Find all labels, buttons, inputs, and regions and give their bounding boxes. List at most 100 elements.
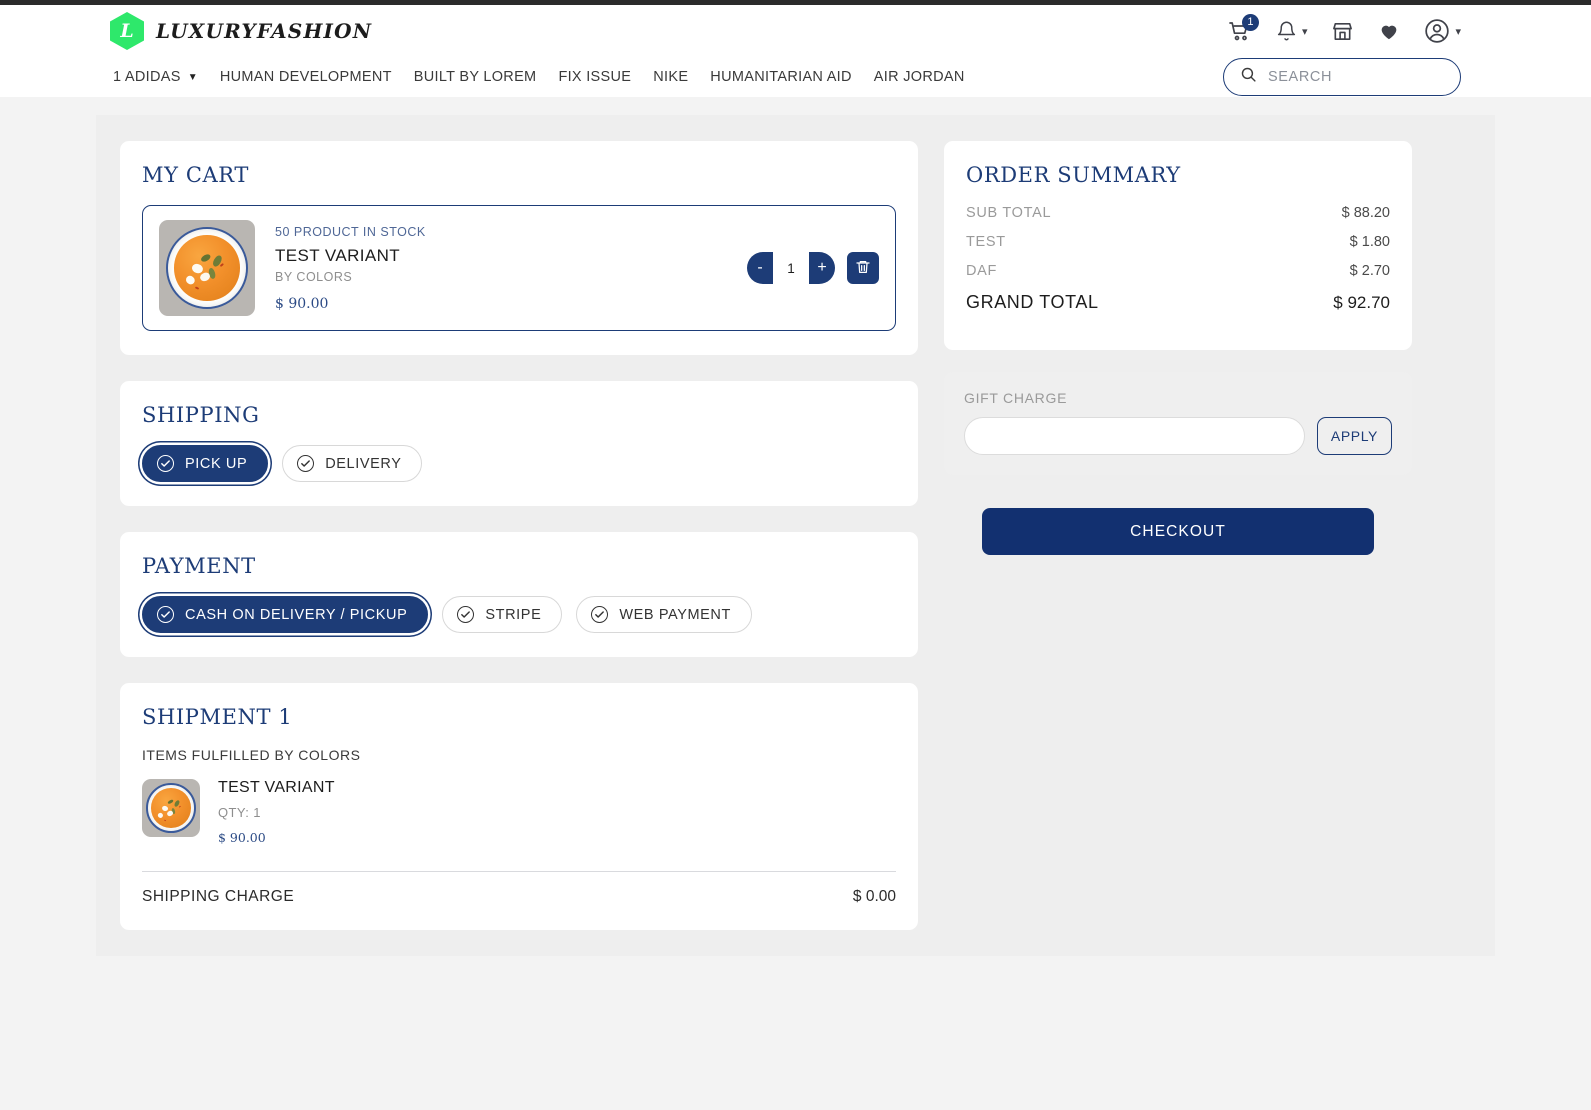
payment-option-label: WEB PAYMENT <box>619 607 731 623</box>
nav-label: 1 ADIDAS <box>113 69 181 85</box>
summary-row-grand-total: GRAND TOTAL $ 92.70 <box>966 292 1390 313</box>
shipping-option-pick-up[interactable]: PICK UP <box>142 445 268 482</box>
grand-total-label: GRAND TOTAL <box>966 292 1099 313</box>
shipment-item-row: TEST VARIANT QTY: 1 $ 90.00 <box>142 779 896 845</box>
payment-option-cash-on-delivery[interactable]: CASH ON DELIVERY / PICKUP <box>142 596 428 633</box>
payment-option-label: CASH ON DELIVERY / PICKUP <box>185 607 407 623</box>
my-cart-card: MY CART 50 PRODUCT IN STOCK TEST VARIANT… <box>120 141 918 355</box>
shipping-title: SHIPPING <box>142 403 896 427</box>
summary-row-sub-total: SUB TOTAL $ 88.20 <box>966 205 1390 221</box>
shipment-product-name: TEST VARIANT <box>218 779 335 797</box>
site-header: L LUXURYFASHION 1 ▾ <box>0 5 1591 97</box>
summary-value: $ 2.70 <box>1350 263 1390 279</box>
checkout-container: MY CART 50 PRODUCT IN STOCK TEST VARIANT… <box>96 115 1495 956</box>
cart-badge-count: 1 <box>1242 14 1259 31</box>
payment-option-web-payment[interactable]: WEB PAYMENT <box>576 596 752 633</box>
brand-logo[interactable]: L LUXURYFASHION <box>110 12 372 50</box>
my-cart-title: MY CART <box>142 163 896 187</box>
gift-charge-row: APPLY <box>964 417 1392 455</box>
apply-gift-button[interactable]: APPLY <box>1317 417 1392 455</box>
remove-item-button[interactable] <box>847 252 879 284</box>
quantity-stepper[interactable]: - 1 + <box>747 252 835 284</box>
summary-label: DAF <box>966 263 997 279</box>
chevron-down-icon: ▾ <box>1302 25 1308 38</box>
payment-option-label: STRIPE <box>485 607 541 623</box>
shipment-item-info: TEST VARIANT QTY: 1 $ 90.00 <box>218 779 335 845</box>
quantity-increase-button[interactable]: + <box>809 252 835 284</box>
nav-item-adidas[interactable]: 1 ADIDAS ▼ <box>113 69 198 85</box>
shipment-fulfilled-by: ITEMS FULFILLED BY COLORS <box>142 747 896 763</box>
product-thumbnail <box>159 220 255 316</box>
order-summary-card: ORDER SUMMARY SUB TOTAL $ 88.20 TEST $ 1… <box>944 141 1412 350</box>
shipping-option-label: DELIVERY <box>325 456 401 472</box>
account-avatar-icon[interactable]: ▾ <box>1424 18 1461 44</box>
search-icon <box>1240 66 1257 88</box>
header-icon-group: 1 ▾ <box>1228 18 1461 44</box>
nav-item-human-development[interactable]: HUMAN DEVELOPMENT <box>220 69 392 85</box>
payment-title: PAYMENT <box>142 554 896 578</box>
check-circle-icon <box>297 455 314 472</box>
checkout-button[interactable]: CHECKOUT <box>982 508 1374 555</box>
shipment-product-qty: QTY: 1 <box>218 805 335 820</box>
product-price: $ 90.00 <box>275 296 727 312</box>
cart-item-actions: - 1 + <box>747 252 879 284</box>
nav-item-humanitarian-aid[interactable]: HUMANITARIAN AID <box>710 69 852 85</box>
shipping-charge-value: $ 0.00 <box>853 888 896 906</box>
check-circle-icon <box>591 606 608 623</box>
cart-icon[interactable]: 1 <box>1228 19 1252 43</box>
notifications-bell-icon[interactable]: ▾ <box>1276 20 1308 42</box>
product-vendor: BY COLORS <box>275 270 727 284</box>
payment-options: CASH ON DELIVERY / PICKUP STRIPE WEB PAY… <box>142 596 896 633</box>
store-icon[interactable] <box>1331 20 1354 43</box>
right-column: ORDER SUMMARY SUB TOTAL $ 88.20 TEST $ 1… <box>944 141 1412 555</box>
search-box[interactable] <box>1223 58 1461 96</box>
nav-item-air-jordan[interactable]: AIR JORDAN <box>874 69 965 85</box>
quantity-decrease-button[interactable]: - <box>747 252 773 284</box>
trash-icon <box>855 259 871 278</box>
summary-row-daf: DAF $ 2.70 <box>966 263 1390 279</box>
gift-charge-card: GIFT CHARGE APPLY <box>944 372 1412 475</box>
check-circle-icon <box>457 606 474 623</box>
summary-label: TEST <box>966 234 1006 250</box>
payment-option-stripe[interactable]: STRIPE <box>442 596 562 633</box>
search-input[interactable] <box>1268 69 1444 85</box>
shipment-product-thumbnail <box>142 779 200 837</box>
check-circle-icon <box>157 606 174 623</box>
shipment-title: SHIPMENT 1 <box>142 705 896 729</box>
payment-card: PAYMENT CASH ON DELIVERY / PICKUP STRIPE <box>120 532 918 657</box>
shipping-options: PICK UP DELIVERY <box>142 445 896 482</box>
shipping-option-delivery[interactable]: DELIVERY <box>282 445 422 482</box>
shipping-charge-row: SHIPPING CHARGE $ 0.00 <box>142 888 896 906</box>
shipment-product-price: $ 90.00 <box>218 830 335 845</box>
cart-item-row: 50 PRODUCT IN STOCK TEST VARIANT BY COLO… <box>142 205 896 331</box>
header-nav-row: 1 ADIDAS ▼ HUMAN DEVELOPMENT BUILT BY LO… <box>0 57 1591 97</box>
check-circle-icon <box>157 455 174 472</box>
page-body: MY CART 50 PRODUCT IN STOCK TEST VARIANT… <box>0 115 1591 956</box>
summary-row-test: TEST $ 1.80 <box>966 234 1390 250</box>
shipping-charge-label: SHIPPING CHARGE <box>142 888 294 906</box>
nav-item-built-by-lorem[interactable]: BUILT BY LOREM <box>414 69 537 85</box>
summary-value: $ 88.20 <box>1342 205 1390 221</box>
order-summary-title: ORDER SUMMARY <box>966 163 1390 187</box>
left-column: MY CART 50 PRODUCT IN STOCK TEST VARIANT… <box>120 141 918 930</box>
wishlist-heart-icon[interactable] <box>1378 20 1400 42</box>
nav-item-fix-issue[interactable]: FIX ISSUE <box>558 69 631 85</box>
shipment-card: SHIPMENT 1 ITEMS FULFILLED BY COLORS TES… <box>120 683 918 930</box>
chevron-down-icon: ▾ <box>1455 25 1461 38</box>
quantity-value[interactable]: 1 <box>773 252 809 284</box>
gift-charge-label: GIFT CHARGE <box>964 390 1392 406</box>
logo-letter: L <box>120 22 133 41</box>
gift-charge-input[interactable] <box>964 417 1305 455</box>
product-name: TEST VARIANT <box>275 246 727 266</box>
shipment-divider <box>142 871 896 872</box>
main-navigation: 1 ADIDAS ▼ HUMAN DEVELOPMENT BUILT BY LO… <box>113 69 965 85</box>
shipping-option-label: PICK UP <box>185 456 247 472</box>
summary-value: $ 1.80 <box>1350 234 1390 250</box>
stock-status: 50 PRODUCT IN STOCK <box>275 225 727 239</box>
header-top-row: L LUXURYFASHION 1 ▾ <box>0 5 1591 57</box>
cart-item-info: 50 PRODUCT IN STOCK TEST VARIANT BY COLO… <box>275 225 727 312</box>
chevron-down-icon: ▼ <box>188 72 198 83</box>
grand-total-value: $ 92.70 <box>1333 293 1390 313</box>
shipping-card: SHIPPING PICK UP DELIVERY <box>120 381 918 506</box>
nav-item-nike[interactable]: NIKE <box>653 69 688 85</box>
